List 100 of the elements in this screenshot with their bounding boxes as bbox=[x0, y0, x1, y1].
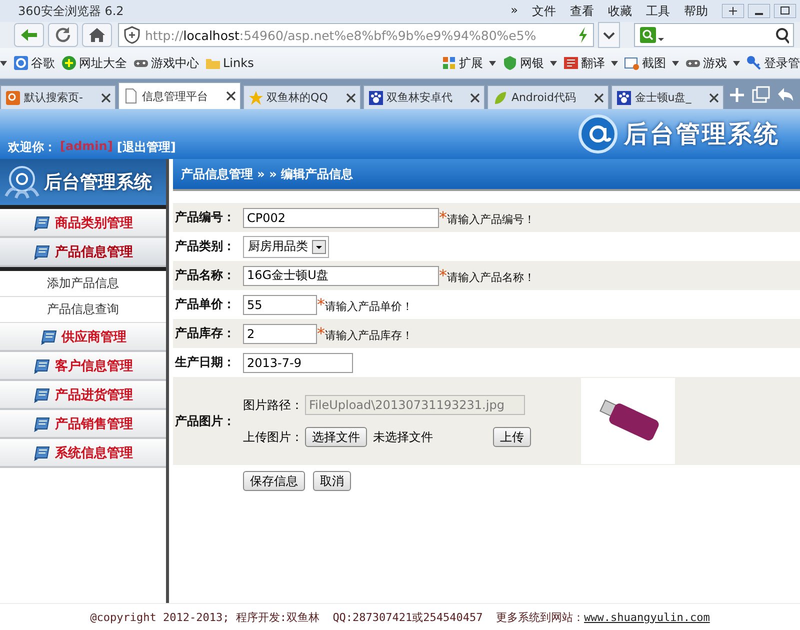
input-field[interactable]: 55 bbox=[243, 294, 317, 314]
menu-item[interactable]: 工具 bbox=[646, 2, 670, 20]
bookmark-item[interactable]: 翻译 bbox=[563, 54, 605, 72]
bookmark-item[interactable]: 网银 bbox=[502, 54, 544, 72]
sidebar-subitem[interactable]: 添加产品信息 bbox=[0, 271, 166, 297]
sidebar-item[interactable]: 客户信息管理 bbox=[0, 352, 166, 381]
logo-text: 后台管理系统 bbox=[44, 171, 152, 194]
close-icon[interactable] bbox=[470, 92, 480, 102]
dropdown-icon[interactable] bbox=[598, 22, 620, 48]
field-label: 生产日期： bbox=[174, 354, 236, 371]
field-label: 产品库存： bbox=[174, 325, 236, 342]
sidebar-item[interactable]: 产品信息管理 bbox=[0, 238, 166, 267]
search-engine-icon bbox=[639, 26, 665, 44]
website-link[interactable]: www.shuangyulin.com bbox=[584, 610, 710, 624]
menu-item[interactable]: 查看 bbox=[570, 2, 594, 20]
menu-item[interactable]: 收藏 bbox=[608, 2, 632, 20]
required-mark: * bbox=[439, 266, 447, 284]
field-label: 产品名称： bbox=[174, 267, 236, 284]
input-field[interactable]: 16G金士顿U盘 bbox=[243, 266, 439, 286]
shield-icon bbox=[502, 55, 518, 71]
form-button[interactable]: 保存信息 bbox=[243, 471, 305, 491]
field-label: 产品类别： bbox=[174, 238, 236, 255]
search-field[interactable] bbox=[634, 23, 794, 47]
sidebar-item[interactable]: 产品销售管理 bbox=[0, 410, 166, 439]
sidebar-item[interactable]: 供应商管理 bbox=[0, 323, 166, 352]
sidebar-item[interactable]: 商品类别管理 bbox=[0, 209, 166, 238]
bookmark-item[interactable]: 登录管 bbox=[746, 54, 800, 72]
close-icon[interactable] bbox=[709, 92, 720, 102]
grid-icon bbox=[441, 55, 457, 71]
caret-icon bbox=[312, 240, 326, 254]
browser-tab[interactable]: 双鱼林安卓代 bbox=[362, 85, 486, 109]
bookmark-item[interactable]: 游戏中心 bbox=[133, 54, 199, 72]
copyright-text: @copyright 2012-2013; 程序开发:双鱼林 QQ:287307421或254540457 更多系统到网站： bbox=[90, 610, 584, 624]
required-mark: * bbox=[317, 294, 325, 314]
menu-item[interactable]: » bbox=[510, 2, 518, 20]
caret-icon[interactable] bbox=[611, 60, 618, 66]
browser-tab[interactable]: 金士顿u盘_ bbox=[610, 85, 724, 109]
page-icon bbox=[122, 88, 139, 104]
document-icon bbox=[40, 328, 60, 346]
bookmark-item[interactable]: 扩展 bbox=[441, 54, 483, 72]
url-text: http://localhost:54960/asp.net%e8%bf%9b%e9%94%80%e5% bbox=[145, 28, 538, 42]
address-bar[interactable]: http://localhost:54960/asp.net%e8%bf%9b%e9%94%80%e5% bbox=[118, 23, 594, 47]
logout-link[interactable]: [退出管理] bbox=[116, 139, 176, 156]
close-icon[interactable] bbox=[226, 91, 236, 101]
close-icon[interactable] bbox=[100, 92, 111, 102]
required-mark: * bbox=[439, 208, 447, 226]
leaf-icon bbox=[492, 90, 508, 106]
sidebar-item[interactable]: 产品进货管理 bbox=[0, 381, 166, 410]
category-dropdown[interactable]: 厨房用品类 bbox=[243, 236, 329, 258]
field-label: 产品编号： bbox=[174, 209, 236, 226]
bookmark-item[interactable]: 截图 bbox=[624, 54, 666, 72]
field-label: 产品单价： bbox=[174, 296, 236, 313]
sidebar-item[interactable]: 系统信息管理 bbox=[0, 439, 166, 468]
user-name: [admin] bbox=[60, 139, 113, 155]
close-icon[interactable] bbox=[346, 92, 356, 102]
caret-icon[interactable] bbox=[733, 60, 740, 66]
menu-item[interactable]: 帮助 bbox=[684, 2, 708, 20]
bookmark-item[interactable]: 游戏 bbox=[685, 54, 727, 72]
home-icon[interactable] bbox=[82, 23, 112, 47]
window-title: 360安全浏览器 6.2 bbox=[18, 2, 124, 20]
bookmark-item[interactable]: Links bbox=[205, 55, 254, 71]
file-status: 未选择文件 bbox=[373, 428, 433, 446]
screenshot-icon bbox=[624, 55, 640, 71]
logo-text: 后台管理系统 bbox=[624, 119, 780, 150]
hint-text: 请输入产品单价！ bbox=[325, 299, 413, 314]
bookmark-item[interactable]: 谷歌 bbox=[13, 54, 55, 72]
key-icon bbox=[746, 55, 762, 71]
input-field[interactable]: CP002 bbox=[243, 208, 439, 228]
search-icon bbox=[773, 26, 789, 44]
field-label: 产品图片： bbox=[174, 412, 236, 430]
hint-text: 请输入产品库存！ bbox=[325, 328, 413, 343]
maximize-icon[interactable] bbox=[774, 4, 796, 18]
browser-tab[interactable]: 信息管理平台 bbox=[118, 82, 241, 109]
paw-icon bbox=[616, 90, 632, 106]
caret-icon[interactable] bbox=[489, 60, 496, 66]
input-field[interactable]: 2 bbox=[243, 324, 317, 344]
close-icon[interactable] bbox=[594, 92, 604, 102]
form-button[interactable]: 取消 bbox=[313, 471, 351, 491]
back-icon[interactable] bbox=[14, 23, 44, 47]
bookmark-item[interactable]: 网址大全 bbox=[61, 54, 127, 72]
lightning-icon bbox=[577, 26, 589, 44]
field-label: 上传图片： bbox=[243, 428, 303, 446]
input-field: FileUpload\20130731193231.jpg bbox=[305, 395, 525, 415]
caret-icon[interactable] bbox=[0, 60, 7, 66]
browser-tab[interactable]: 默认搜索页- bbox=[0, 85, 116, 109]
at-sign-logo-icon bbox=[578, 114, 618, 154]
caret-icon[interactable] bbox=[672, 60, 679, 66]
choose-file-button[interactable]: 选择文件 bbox=[305, 427, 367, 447]
upload-button[interactable]: 上传 bbox=[493, 427, 531, 447]
field-label: 图片路径： bbox=[243, 396, 303, 414]
input-field[interactable]: 2013-7-9 bbox=[243, 352, 353, 372]
hint-text: 请输入产品名称！ bbox=[447, 270, 535, 285]
browser-tab[interactable]: 双鱼林的QQ bbox=[242, 85, 361, 109]
menu-item[interactable]: 文件 bbox=[532, 2, 556, 20]
browser-tab[interactable]: Android代码 bbox=[487, 85, 609, 109]
minimize-icon[interactable] bbox=[748, 4, 770, 18]
caret-icon[interactable] bbox=[550, 60, 557, 66]
restore-tab-icon[interactable] bbox=[750, 84, 772, 106]
refresh-icon[interactable] bbox=[48, 23, 78, 47]
breadcrumb-bar: 产品信息管理 » » 编辑产品信息 bbox=[173, 159, 800, 191]
